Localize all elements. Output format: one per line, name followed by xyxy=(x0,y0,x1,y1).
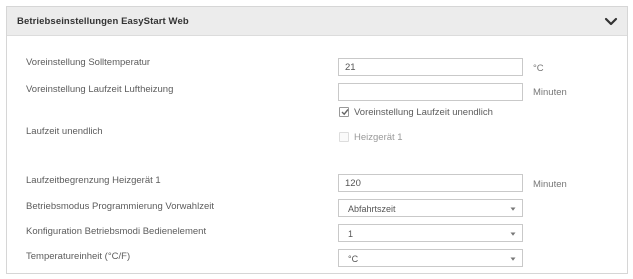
caret-down-icon xyxy=(510,232,516,236)
laufzeitbegrenzung-input[interactable] xyxy=(338,174,523,192)
laufzeit-luftheizung-input[interactable] xyxy=(338,83,523,101)
temperatureinheit-label: Temperatureinheit (°C/F) xyxy=(26,251,131,262)
panel-title: Betriebseinstellungen EasyStart Web xyxy=(17,16,189,27)
laufzeitbegrenzung-unit: Minuten xyxy=(533,179,567,190)
settings-panel: Betriebseinstellungen EasyStart Web Vore… xyxy=(6,6,628,274)
betriebsmodus-select[interactable]: Abfahrtszeit xyxy=(338,199,523,217)
caret-down-icon xyxy=(510,207,516,211)
temperatureinheit-value: °C xyxy=(348,254,359,264)
caret-down-icon xyxy=(510,257,516,261)
chevron-down-icon[interactable] xyxy=(604,16,618,28)
konfiguration-value: 1 xyxy=(348,229,354,239)
laufzeit-unendlich-label: Laufzeit unendlich xyxy=(26,126,103,137)
betriebsmodus-label: Betriebsmodus Programmierung Vorwahlzeit xyxy=(26,201,214,212)
laufzeit-luftheizung-unit: Minuten xyxy=(533,87,567,98)
heizgeraet-label: Heizgerät 1 xyxy=(354,132,403,143)
preset-unendlich-checkbox[interactable]: Voreinstellung Laufzeit unendlich xyxy=(338,106,518,120)
soll-temperatur-input[interactable] xyxy=(338,58,523,76)
checkbox-box[interactable] xyxy=(339,107,349,117)
konfiguration-label: Konfiguration Betriebsmodi Bedienelement xyxy=(26,226,207,237)
laufzeit-luftheizung-label: Voreinstellung Laufzeit Luftheizung xyxy=(26,84,174,95)
soll-temperatur-label: Voreinstellung Solltemperatur xyxy=(26,57,151,68)
laufzeitbegrenzung-label: Laufzeitbegrenzung Heizgerät 1 xyxy=(26,175,161,186)
panel-header[interactable]: Betriebseinstellungen EasyStart Web xyxy=(7,7,627,36)
konfiguration-select[interactable]: 1 xyxy=(338,224,523,242)
betriebsmodus-value: Abfahrtszeit xyxy=(348,204,396,214)
soll-temperatur-unit: °C xyxy=(533,63,544,74)
heizgeraet-checkbox[interactable]: Heizgerät 1 xyxy=(338,131,438,145)
checkbox-box[interactable] xyxy=(339,132,349,142)
temperatureinheit-select[interactable]: °C xyxy=(338,249,523,267)
preset-unendlich-label: Voreinstellung Laufzeit unendlich xyxy=(354,107,493,118)
checkmark-icon xyxy=(341,109,349,116)
